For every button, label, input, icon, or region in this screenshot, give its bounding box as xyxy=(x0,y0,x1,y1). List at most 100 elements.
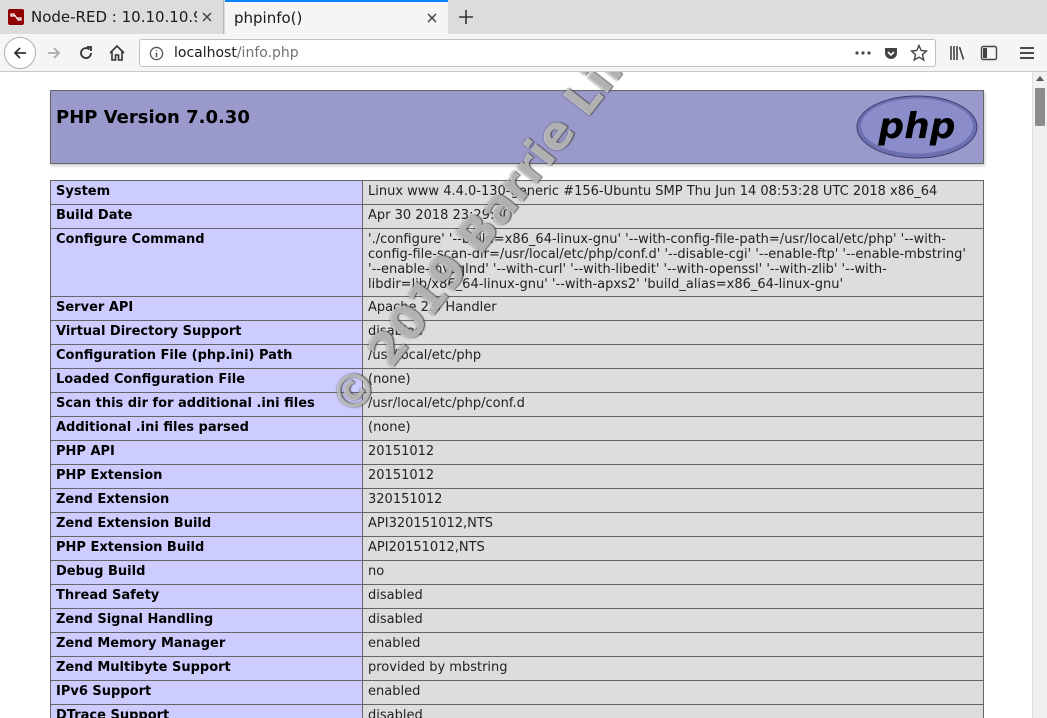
url-text[interactable]: localhost/info.php xyxy=(174,45,851,61)
page-title: PHP Version 7.0.30 xyxy=(56,107,250,128)
row-label: Server API xyxy=(50,296,363,321)
row-value: 20151012 xyxy=(362,464,984,489)
url-path: /info.php xyxy=(236,45,299,61)
close-tab-icon[interactable] xyxy=(197,7,217,27)
row-label: PHP Extension xyxy=(50,464,363,489)
plus-icon xyxy=(459,10,473,24)
scroll-up-arrow-icon[interactable] xyxy=(1036,76,1044,81)
hamburger-icon xyxy=(1020,47,1034,59)
row-label: Zend Memory Manager xyxy=(50,632,363,657)
back-button[interactable] xyxy=(4,37,36,69)
bookmark-star-icon[interactable] xyxy=(907,41,931,65)
row-label: Scan this dir for additional .ini files xyxy=(50,392,363,417)
table-row: Configuration File (php.ini) Path/usr/lo… xyxy=(50,344,984,369)
row-value: './configure' '--build=x86_64-linux-gnu'… xyxy=(362,228,984,297)
url-host: localhost xyxy=(174,45,237,61)
table-row: Configure Command './configure' '--build=… xyxy=(50,228,984,297)
row-value: Apr 30 2018 23:29:50 xyxy=(362,204,984,229)
navigation-toolbar: localhost/info.php xyxy=(0,34,1047,72)
row-value: disabled xyxy=(362,704,984,718)
vertical-scrollbar[interactable] xyxy=(1032,72,1047,718)
row-label: Additional .ini files parsed xyxy=(50,416,363,441)
tab-title: Node-RED : 10.10.10.94 xyxy=(31,8,197,26)
row-value: Linux www 4.4.0-130-generic #156-Ubuntu … xyxy=(362,180,984,205)
row-label: PHP Extension Build xyxy=(50,536,363,561)
forward-button[interactable] xyxy=(42,41,66,65)
table-row: Debug Build no xyxy=(50,560,984,585)
page-actions-icon[interactable] xyxy=(851,41,875,65)
table-row: Scan this dir for additional .ini files /… xyxy=(50,392,984,417)
row-value: 20151012 xyxy=(362,440,984,465)
row-label: Zend Signal Handling xyxy=(50,608,363,633)
table-row: Virtual Directory Support disabled xyxy=(50,320,984,345)
table-row: Build Date Apr 30 2018 23:29:50 xyxy=(50,204,984,229)
row-value: disabled xyxy=(362,608,984,633)
row-value: Apache 2.0 Handler xyxy=(362,296,984,321)
menu-button[interactable] xyxy=(1015,41,1039,65)
tab-phpinfo[interactable]: phpinfo() xyxy=(225,0,448,34)
scrollbar-thumb[interactable] xyxy=(1035,88,1045,126)
table-row: Zend Signal Handling disabled xyxy=(50,608,984,633)
info-icon[interactable] xyxy=(148,45,164,61)
row-value: provided by mbstring xyxy=(362,656,984,681)
table-row: Zend Memory Manager enabled xyxy=(50,632,984,657)
php-info-table: System Linux www 4.4.0-130-generic #156-U… xyxy=(50,180,984,718)
row-value: disabled xyxy=(362,584,984,609)
table-row: IPv6 Support enabled xyxy=(50,680,984,705)
row-value: (none) xyxy=(362,368,984,393)
row-value: no xyxy=(362,560,984,585)
table-row: Loaded Configuration File (none) xyxy=(50,368,984,393)
row-label: Build Date xyxy=(50,204,363,229)
table-row: Zend Multibyte Support provided by mbstri… xyxy=(50,656,984,681)
row-value: API20151012,NTS xyxy=(362,536,984,561)
table-row: Additional .ini files parsed (none) xyxy=(50,416,984,441)
pocket-icon[interactable] xyxy=(879,41,903,65)
reload-icon xyxy=(80,46,92,59)
row-label: IPv6 Support xyxy=(50,680,363,705)
table-row: Thread Safety disabled xyxy=(50,584,984,609)
row-value: /usr/local/etc/php/conf.d xyxy=(362,392,984,417)
library-button[interactable] xyxy=(946,41,970,65)
row-value: enabled xyxy=(362,680,984,705)
arrow-left-icon xyxy=(13,47,26,59)
table-row: Zend Extension 320151012 xyxy=(50,488,984,513)
row-label: Zend Multibyte Support xyxy=(50,656,363,681)
table-row: PHP API 20151012 xyxy=(50,440,984,465)
row-value: /usr/local/etc/php xyxy=(362,344,984,369)
row-label: PHP API xyxy=(50,440,363,465)
tab-title: phpinfo() xyxy=(234,9,303,27)
arrow-right-icon xyxy=(48,47,61,59)
row-label: Debug Build xyxy=(50,560,363,585)
table-row: System Linux www 4.4.0-130-generic #156-U… xyxy=(50,180,984,205)
php-logo: php xyxy=(856,95,978,159)
address-bar[interactable]: localhost/info.php xyxy=(139,39,936,67)
row-value: disabled xyxy=(362,320,984,345)
row-label: Configuration File (php.ini) Path xyxy=(50,344,363,369)
row-label: DTrace Support xyxy=(50,704,363,718)
tab-strip: Node-RED : 10.10.10.94 phpinfo() xyxy=(0,0,1047,34)
row-label: Configure Command xyxy=(50,228,363,297)
reload-button[interactable] xyxy=(74,41,98,65)
new-tab-button[interactable] xyxy=(455,6,477,28)
row-label: Zend Extension xyxy=(50,488,363,513)
php-version-header: PHP Version 7.0.30 php xyxy=(50,90,984,164)
row-value: 320151012 xyxy=(362,488,984,513)
row-label: Thread Safety xyxy=(50,584,363,609)
row-label: Virtual Directory Support xyxy=(50,320,363,345)
home-icon xyxy=(109,44,125,61)
page-viewport: PHP Version 7.0.30 php System Linux www 4… xyxy=(0,72,1032,718)
row-label: Zend Extension Build xyxy=(50,512,363,537)
sidebar-toggle-button[interactable] xyxy=(977,41,1001,65)
table-row: PHP Extension 20151012 xyxy=(50,464,984,489)
close-tab-icon[interactable] xyxy=(422,8,442,28)
tab-node-red[interactable]: Node-RED : 10.10.10.94 xyxy=(0,0,224,34)
library-icon xyxy=(950,46,965,60)
row-label: System xyxy=(50,180,363,205)
sidebar-icon xyxy=(980,45,998,61)
table-row: PHP Extension Build API20151012,NTS xyxy=(50,536,984,561)
table-row: DTrace Support disabled xyxy=(50,704,984,718)
table-row: Server API Apache 2.0 Handler xyxy=(50,296,984,321)
php-logo-text: php xyxy=(877,106,955,147)
row-label: Loaded Configuration File xyxy=(50,368,363,393)
home-button[interactable] xyxy=(105,41,129,65)
